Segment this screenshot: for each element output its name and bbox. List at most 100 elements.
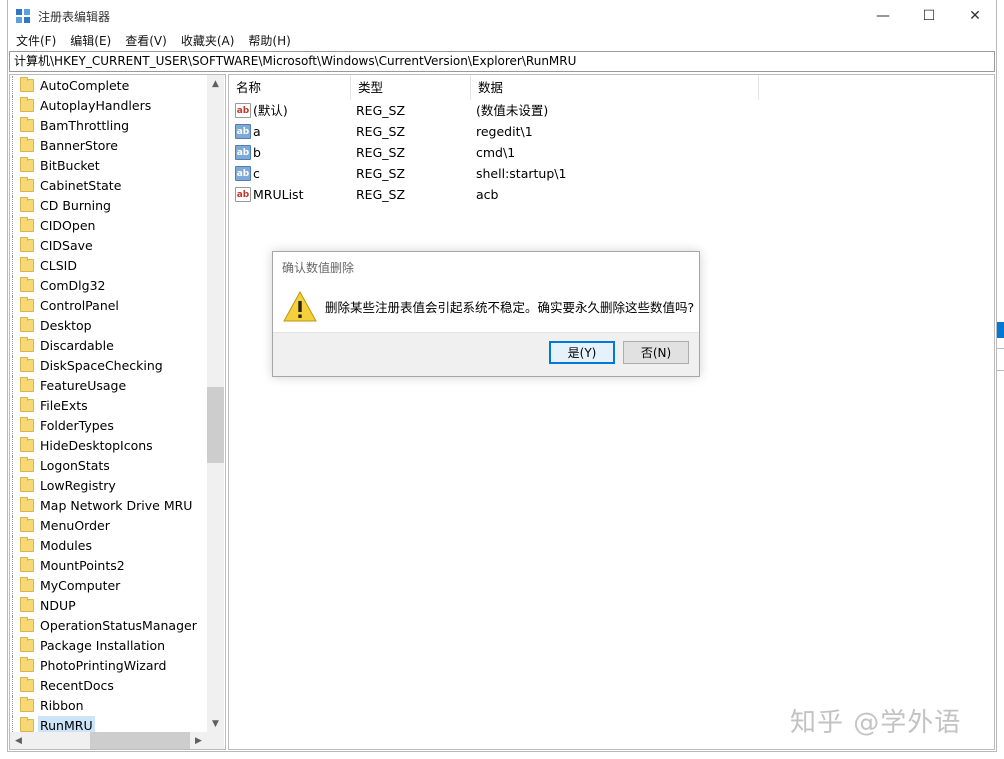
tree-connector xyxy=(12,576,19,596)
folder-icon xyxy=(20,97,34,112)
folder-icon xyxy=(20,137,34,152)
tree-item[interactable]: Discardable xyxy=(10,336,206,356)
value-row[interactable]: ab MRUList REG_SZ acb xyxy=(229,184,759,205)
menu-edit[interactable]: 编辑(E) xyxy=(64,31,117,50)
tree-item[interactable]: ComDlg32 xyxy=(10,276,206,296)
yes-button[interactable]: 是(Y) xyxy=(549,341,615,364)
tree-item-label: BitBucket xyxy=(40,158,100,173)
tree-item[interactable]: RecentDocs xyxy=(10,676,206,696)
tree-connector xyxy=(12,256,19,276)
minimize-button[interactable]: — xyxy=(860,0,906,31)
value-row[interactable]: ab c REG_SZ shell:startup\1 xyxy=(229,163,759,184)
tree-item[interactable]: Desktop xyxy=(10,316,206,336)
scroll-up-arrow[interactable]: ▲ xyxy=(207,75,224,92)
column-type[interactable]: 类型 xyxy=(351,75,471,100)
tree-item[interactable]: MenuOrder xyxy=(10,516,206,536)
tree-item-label: CD Burning xyxy=(40,198,111,213)
column-data[interactable]: 数据 xyxy=(471,75,759,100)
tree-item[interactable]: BannerStore xyxy=(10,136,206,156)
tree-connector xyxy=(12,276,19,296)
menu-file[interactable]: 文件(F) xyxy=(10,31,62,50)
close-button[interactable]: ✕ xyxy=(952,0,998,31)
folder-icon xyxy=(20,437,34,452)
tree-connector xyxy=(12,176,19,196)
tree-item-label: Desktop xyxy=(40,318,92,333)
menu-help[interactable]: 帮助(H) xyxy=(242,31,296,50)
menu-view[interactable]: 查看(V) xyxy=(119,31,173,50)
tree-item[interactable]: OperationStatusManager xyxy=(10,616,206,636)
tree-item[interactable]: CLSID xyxy=(10,256,206,276)
tree-item[interactable]: BitBucket xyxy=(10,156,206,176)
tree-item[interactable]: CD Burning xyxy=(10,196,206,216)
folder-icon xyxy=(20,297,34,312)
value-row[interactable]: ab a REG_SZ regedit\1 xyxy=(229,121,759,142)
scroll-down-arrow[interactable]: ▼ xyxy=(207,715,224,732)
tree-item[interactable]: FeatureUsage xyxy=(10,376,206,396)
tree-connector xyxy=(12,316,19,336)
tree-item-label: LowRegistry xyxy=(40,478,116,493)
tree-item[interactable]: CIDOpen xyxy=(10,216,206,236)
tree-item[interactable]: AutoplayHandlers xyxy=(10,96,206,116)
value-data: (数值未设置) xyxy=(476,103,549,118)
tree-vertical-scroll-thumb[interactable] xyxy=(207,387,224,463)
tree-horizontal-scrollbar[interactable]: ◀ ▶ xyxy=(10,732,207,749)
tree-item[interactable]: MountPoints2 xyxy=(10,556,206,576)
tree-item-label: Modules xyxy=(40,538,92,553)
scroll-right-arrow[interactable]: ▶ xyxy=(190,732,207,749)
folder-icon xyxy=(20,557,34,572)
tree-item[interactable]: LogonStats xyxy=(10,456,206,476)
tree-connector xyxy=(12,376,19,396)
key-tree-pane[interactable]: AutoComplete AutoplayHandlers BamThrottlin… xyxy=(9,74,226,750)
value-data: cmd\1 xyxy=(476,145,516,160)
tree-item[interactable]: Package Installation xyxy=(10,636,206,656)
tree-connector xyxy=(12,336,19,356)
no-button[interactable]: 否(N) xyxy=(623,341,689,364)
tree-item-label: CLSID xyxy=(40,258,77,273)
tree-connector xyxy=(12,396,19,416)
maximize-button[interactable]: ☐ xyxy=(906,0,952,31)
folder-icon xyxy=(20,497,34,512)
tree-connector xyxy=(12,536,19,556)
tree-horizontal-scroll-thumb[interactable] xyxy=(90,732,190,749)
folder-icon xyxy=(20,657,34,672)
tree-item[interactable]: MyComputer xyxy=(10,576,206,596)
tree-connector xyxy=(12,96,19,116)
tree-item-label: LogonStats xyxy=(40,458,110,473)
tree-item[interactable]: DiskSpaceChecking xyxy=(10,356,206,376)
tree-item[interactable]: ControlPanel xyxy=(10,296,206,316)
scroll-left-arrow[interactable]: ◀ xyxy=(10,732,27,749)
tree-item-label: FolderTypes xyxy=(40,418,114,433)
tree-item[interactable]: CIDSave xyxy=(10,236,206,256)
tree-item[interactable]: Map Network Drive MRU xyxy=(10,496,206,516)
values-list-pane[interactable]: 名称 类型 数据 ab (默认) REG_SZ (数值未设置) ab a REG_SZ reg… xyxy=(228,74,995,750)
tree-item[interactable]: LowRegistry xyxy=(10,476,206,496)
minimize-icon: — xyxy=(876,7,890,24)
menu-favorites[interactable]: 收藏夹(A) xyxy=(175,31,241,50)
tree-item[interactable]: PhotoPrintingWizard xyxy=(10,656,206,676)
tree-item[interactable]: Ribbon xyxy=(10,696,206,716)
tree-item[interactable]: AutoComplete xyxy=(10,76,206,96)
tree-item[interactable]: HideDesktopIcons xyxy=(10,436,206,456)
value-data: acb xyxy=(476,187,499,202)
value-row[interactable]: ab (默认) REG_SZ (数值未设置) xyxy=(229,100,759,121)
title-bar[interactable]: 注册表编辑器 — ☐ ✕ xyxy=(8,0,996,31)
column-header: 名称 类型 数据 xyxy=(229,75,759,100)
dialog-message: 删除某些注册表值会引起系统不稳定。确实要永久删除这些数值吗? xyxy=(325,300,695,315)
value-row[interactable]: ab b REG_SZ cmd\1 xyxy=(229,142,759,163)
folder-icon xyxy=(20,177,34,192)
tree-connector xyxy=(12,616,19,636)
window-title: 注册表编辑器 xyxy=(38,10,111,24)
tree-item[interactable]: BamThrottling xyxy=(10,116,206,136)
value-data: regedit\1 xyxy=(476,124,533,139)
tree-item[interactable]: NDUP xyxy=(10,596,206,616)
folder-icon xyxy=(20,237,34,252)
selected-value-icon: ab xyxy=(235,145,251,160)
tree-item[interactable]: CabinetState xyxy=(10,176,206,196)
address-bar[interactable]: 计算机\HKEY_CURRENT_USER\SOFTWARE\Microsoft… xyxy=(9,51,995,72)
tree-connector xyxy=(12,156,19,176)
tree-item[interactable]: Modules xyxy=(10,536,206,556)
tree-item[interactable]: FileExts xyxy=(10,396,206,416)
column-name[interactable]: 名称 xyxy=(229,75,351,100)
tree-vertical-scrollbar[interactable]: ▲ ▼ xyxy=(207,75,224,732)
tree-item[interactable]: FolderTypes xyxy=(10,416,206,436)
